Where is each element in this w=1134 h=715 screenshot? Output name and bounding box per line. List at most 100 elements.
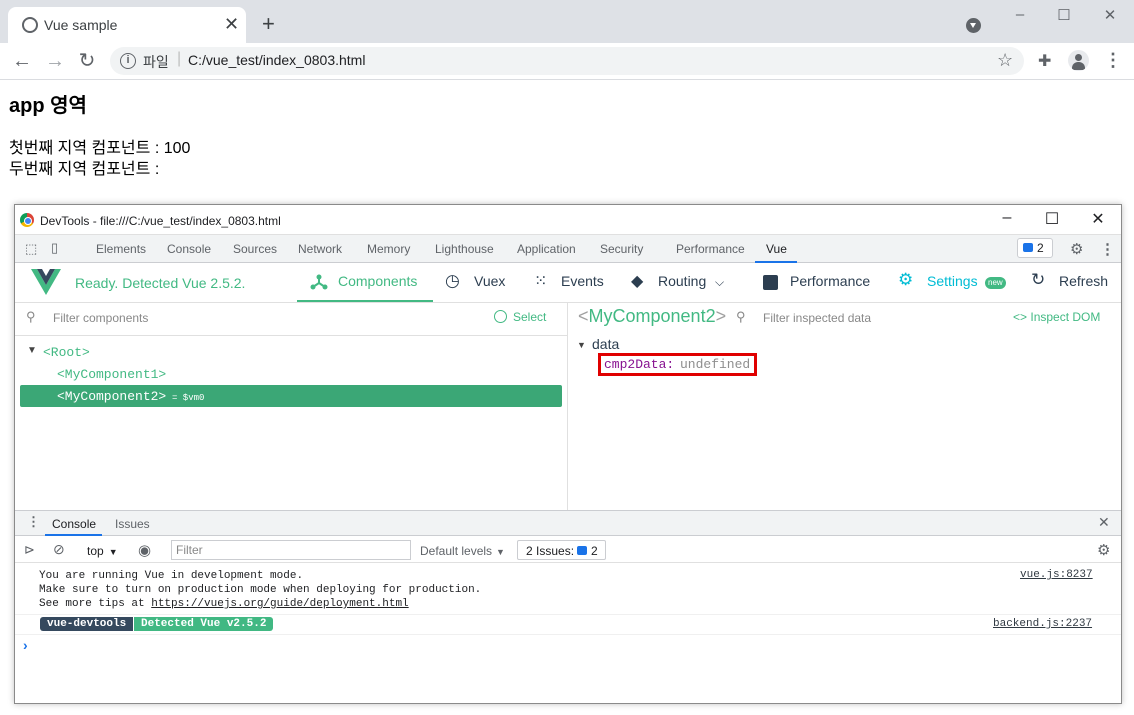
tree-expand-icon[interactable]: ▼ xyxy=(27,345,37,356)
devtools-maximize-icon[interactable]: ☐ xyxy=(1042,209,1062,229)
devtools-settings-icon[interactable]: ⚙ xyxy=(1070,240,1083,258)
new-tab-icon[interactable]: + xyxy=(262,12,275,36)
nav-settings[interactable]: Settings xyxy=(927,273,978,289)
events-icon: ⁙ xyxy=(534,273,548,290)
code-brackets-icon: <> xyxy=(1013,310,1031,324)
nav-routing[interactable]: Routing xyxy=(658,273,706,289)
tree-node-root[interactable]: <Root> xyxy=(43,345,90,360)
url-scheme-label: 파일 xyxy=(143,54,169,70)
nav-vuex[interactable]: Vuex xyxy=(474,273,505,289)
data-section-expand-icon[interactable]: ▼ xyxy=(577,340,586,350)
reload-icon[interactable]: ↻ xyxy=(75,50,99,72)
detected-vue-badge: Detected Vue v2.5.2 xyxy=(134,617,274,631)
nav-refresh[interactable]: Refresh xyxy=(1059,273,1108,289)
issues-badge-count: 2 xyxy=(1037,241,1044,255)
tree-node-mycomponent2[interactable]: <MyComponent2> xyxy=(57,389,166,404)
devtools-menu-icon[interactable]: ⋮ xyxy=(1100,240,1115,258)
tab-console[interactable]: Console xyxy=(167,242,211,256)
drawer-menu-icon[interactable]: ⋮ xyxy=(27,514,40,530)
extensions-icon[interactable]: ✚ xyxy=(1038,51,1051,71)
devtools-title: DevTools - file:///C:/vue_test/index_080… xyxy=(40,214,281,228)
tab-sources[interactable]: Sources xyxy=(233,242,277,256)
globe-icon xyxy=(22,17,38,33)
tab-memory[interactable]: Memory xyxy=(367,242,410,256)
nav-components[interactable]: Components xyxy=(338,273,417,289)
search-icon: ⚲ xyxy=(26,309,36,324)
data-value[interactable]: undefined xyxy=(680,357,750,372)
tab-lighthouse[interactable]: Lighthouse xyxy=(435,242,494,256)
message-source-link[interactable]: backend.js:2237 xyxy=(993,618,1092,630)
devtools-minimize-icon[interactable]: – xyxy=(997,209,1017,227)
select-target-icon xyxy=(494,310,507,323)
page-heading: app 영역 xyxy=(9,95,87,117)
tab-application[interactable]: Application xyxy=(517,242,576,256)
tree-node-mycomponent1[interactable]: <MyComponent1> xyxy=(57,367,166,382)
console-filter-input[interactable] xyxy=(171,540,411,560)
data-key: cmp2Data: xyxy=(604,357,675,372)
chevron-down-icon[interactable]: ⌵ xyxy=(715,275,724,290)
message-divider xyxy=(15,634,1121,635)
performance-icon xyxy=(763,275,778,290)
second-component-line: 두번째 지역 컴포넌트 : xyxy=(9,161,160,178)
tree-node-vm-ref: = $vm0 xyxy=(172,393,205,403)
console-settings-icon[interactable]: ⚙ xyxy=(1097,541,1110,559)
maximize-icon[interactable]: ☐ xyxy=(1054,6,1074,24)
filter-components-input[interactable]: Filter components xyxy=(53,311,148,325)
console-issues-label: 2 Issues: xyxy=(526,544,575,558)
inspected-component-name: <MyComponent2> xyxy=(578,306,727,326)
vuex-history-icon: ◷ xyxy=(445,271,460,290)
url-text[interactable]: C:/vue_test/index_0803.html xyxy=(188,52,365,68)
nav-performance[interactable]: Performance xyxy=(790,273,870,289)
routing-icon: ◆ xyxy=(631,273,644,290)
chrome-logo-icon xyxy=(20,213,34,227)
console-sidebar-icon[interactable]: ⊳ xyxy=(24,542,35,558)
settings-gear-icon: ⚙ xyxy=(898,270,914,289)
components-icon xyxy=(310,274,328,290)
close-window-icon[interactable]: ✕ xyxy=(1100,6,1120,24)
message-source-link[interactable]: vue.js:8237 xyxy=(1020,569,1093,581)
back-icon[interactable]: ← xyxy=(10,50,34,72)
browser-menu-icon[interactable]: ⋮ xyxy=(1104,50,1122,70)
inspect-element-icon[interactable]: ⬚ xyxy=(25,241,37,257)
refresh-icon: ↻ xyxy=(1031,270,1046,289)
drawer-tab-console[interactable]: Console xyxy=(52,517,96,531)
issues-icon xyxy=(577,546,587,555)
tab-performance[interactable]: Performance xyxy=(676,242,745,256)
select-component-button[interactable]: Select xyxy=(513,310,546,324)
device-toolbar-icon[interactable]: ▯ xyxy=(51,240,58,256)
inspect-dom-button[interactable]: <> Inspect DOM xyxy=(1013,310,1100,324)
console-message-line: Make sure to turn on production mode whe… xyxy=(39,584,482,596)
devtools-close-icon[interactable]: ✕ xyxy=(1088,209,1108,229)
vue-logo-icon xyxy=(31,269,61,295)
deployment-guide-link[interactable]: https://vuejs.org/guide/deployment.html xyxy=(151,598,408,610)
profile-avatar-icon[interactable] xyxy=(1068,50,1089,71)
info-icon[interactable]: i xyxy=(120,53,136,69)
minimize-icon[interactable]: – xyxy=(1010,6,1030,23)
console-message-line: See more tips at https://vuejs.org/guide… xyxy=(39,598,409,610)
console-message-line: You are running Vue in development mode. xyxy=(39,570,304,582)
tab-network[interactable]: Network xyxy=(298,242,342,256)
clear-console-icon[interactable]: ⊘ xyxy=(53,541,65,558)
filter-inspected-input[interactable]: Filter inspected data xyxy=(763,311,871,325)
tab-security[interactable]: Security xyxy=(600,242,643,256)
tab-elements[interactable]: Elements xyxy=(96,242,146,256)
vue-devtools-badge: vue-devtools xyxy=(40,617,134,631)
eye-icon[interactable]: ◉ xyxy=(138,541,151,559)
vue-ready-status: Ready. Detected Vue 2.5.2. xyxy=(75,275,246,291)
console-prompt-icon[interactable]: › xyxy=(23,637,28,653)
nav-events[interactable]: Events xyxy=(561,273,604,289)
console-issues-count: 2 xyxy=(591,544,598,558)
close-drawer-icon[interactable]: ✕ xyxy=(1098,514,1110,531)
tab-search-icon[interactable] xyxy=(966,18,981,33)
drawer-tabs xyxy=(15,510,1121,536)
console-message-vue-dev-mode: You are running Vue in development mode.… xyxy=(39,569,481,611)
log-levels-select[interactable]: Default levels ▼ xyxy=(420,544,505,558)
message-divider xyxy=(15,614,1121,615)
drawer-tab-issues[interactable]: Issues xyxy=(115,517,150,531)
forward-icon[interactable]: → xyxy=(43,50,67,72)
tab-vue[interactable]: Vue xyxy=(766,242,787,256)
bookmark-star-icon[interactable]: ☆ xyxy=(997,50,1013,71)
context-select[interactable]: top ▼ xyxy=(87,544,118,558)
url-separator: | xyxy=(177,50,182,67)
close-tab-icon[interactable]: ✕ xyxy=(224,14,239,34)
